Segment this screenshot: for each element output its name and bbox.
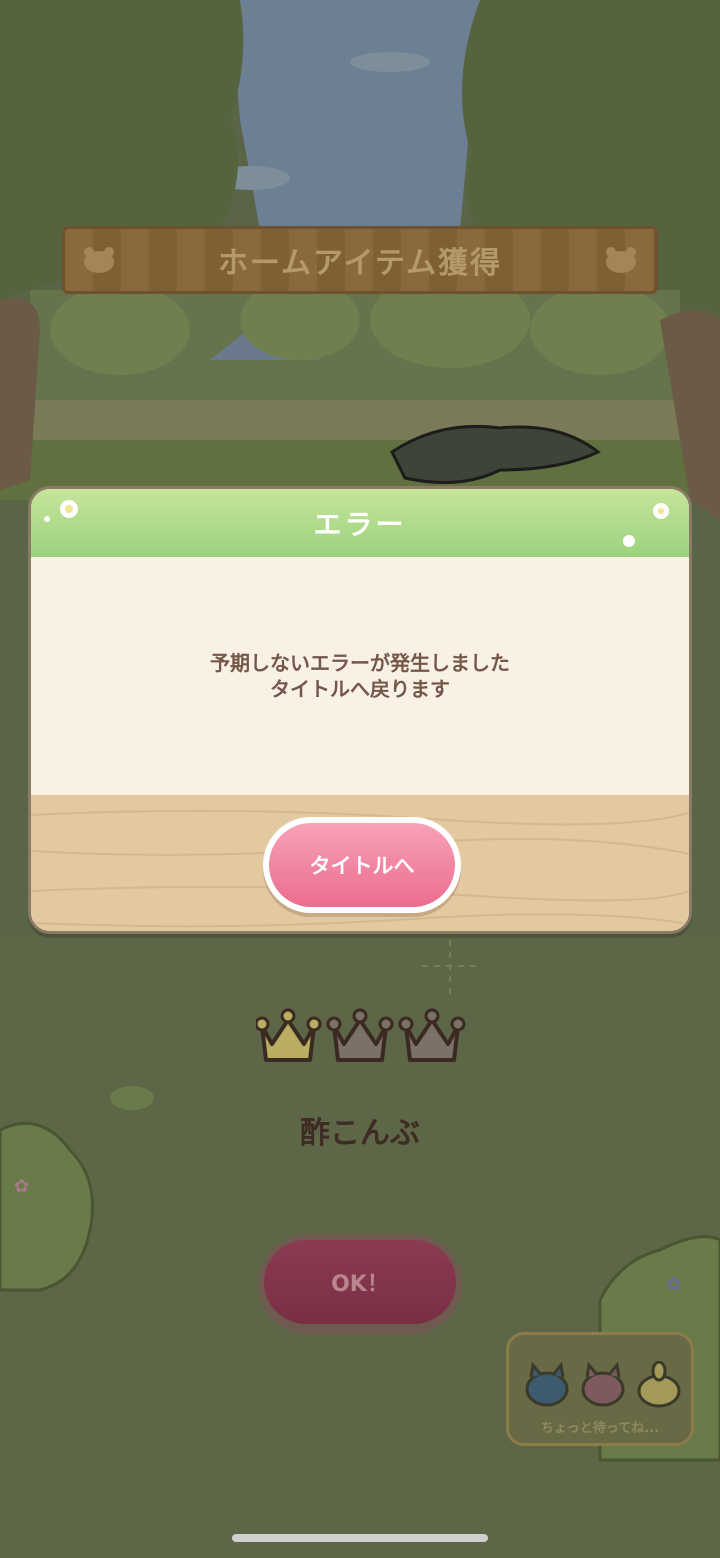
error-message-line-2: タイトルへ戻ります (270, 677, 450, 701)
error-message-line-1: 予期しないエラーが発生しました (210, 651, 510, 675)
home-indicator[interactable] (232, 1534, 488, 1542)
ok-button-face: OK！ (264, 1240, 456, 1324)
error-dialog: エラー 予期しないエラーが発生しました タイトルへ戻ります タイトルへ (28, 486, 692, 934)
pink-cat-icon (581, 1361, 625, 1407)
ok-button-label: OK！ (331, 1272, 389, 1297)
flower-icon (44, 500, 78, 522)
waiting-text: ちょっと待ってね... (540, 1421, 660, 1436)
reward-banner: ホームアイテム獲得 (62, 226, 658, 294)
back-to-title-button[interactable]: タイトルへ (263, 817, 461, 913)
banner-title: ホームアイテム獲得 (217, 246, 503, 281)
crown-icon-empty (326, 1008, 394, 1062)
crown-rating (256, 1008, 466, 1062)
svg-text:✿: ✿ (666, 1274, 681, 1295)
waiting-indicator: ちょっと待ってね... (506, 1332, 694, 1446)
svg-text:✿: ✿ (14, 1176, 29, 1197)
bear-face-icon (606, 247, 636, 273)
dialog-footer-wood: タイトルへ (31, 795, 689, 931)
dialog-body: 予期しないエラーが発生しました タイトルへ戻ります (31, 557, 689, 795)
item-name: 酢こんぶ (300, 1116, 420, 1151)
character-icons (525, 1361, 681, 1408)
back-to-title-button-face: タイトルへ (269, 823, 455, 907)
flower-icon (623, 503, 669, 547)
ok-button[interactable]: OK！ (258, 1234, 462, 1334)
dialog-header: エラー (31, 489, 689, 557)
dialog-title: エラー (313, 508, 407, 541)
yellow-bird-icon (637, 1361, 681, 1408)
back-to-title-button-label: タイトルへ (309, 854, 415, 878)
blue-cat-icon (525, 1361, 569, 1407)
crown-icon-earned (256, 1008, 322, 1062)
bear-face-icon (84, 247, 114, 273)
crown-icon-empty (398, 1008, 466, 1062)
